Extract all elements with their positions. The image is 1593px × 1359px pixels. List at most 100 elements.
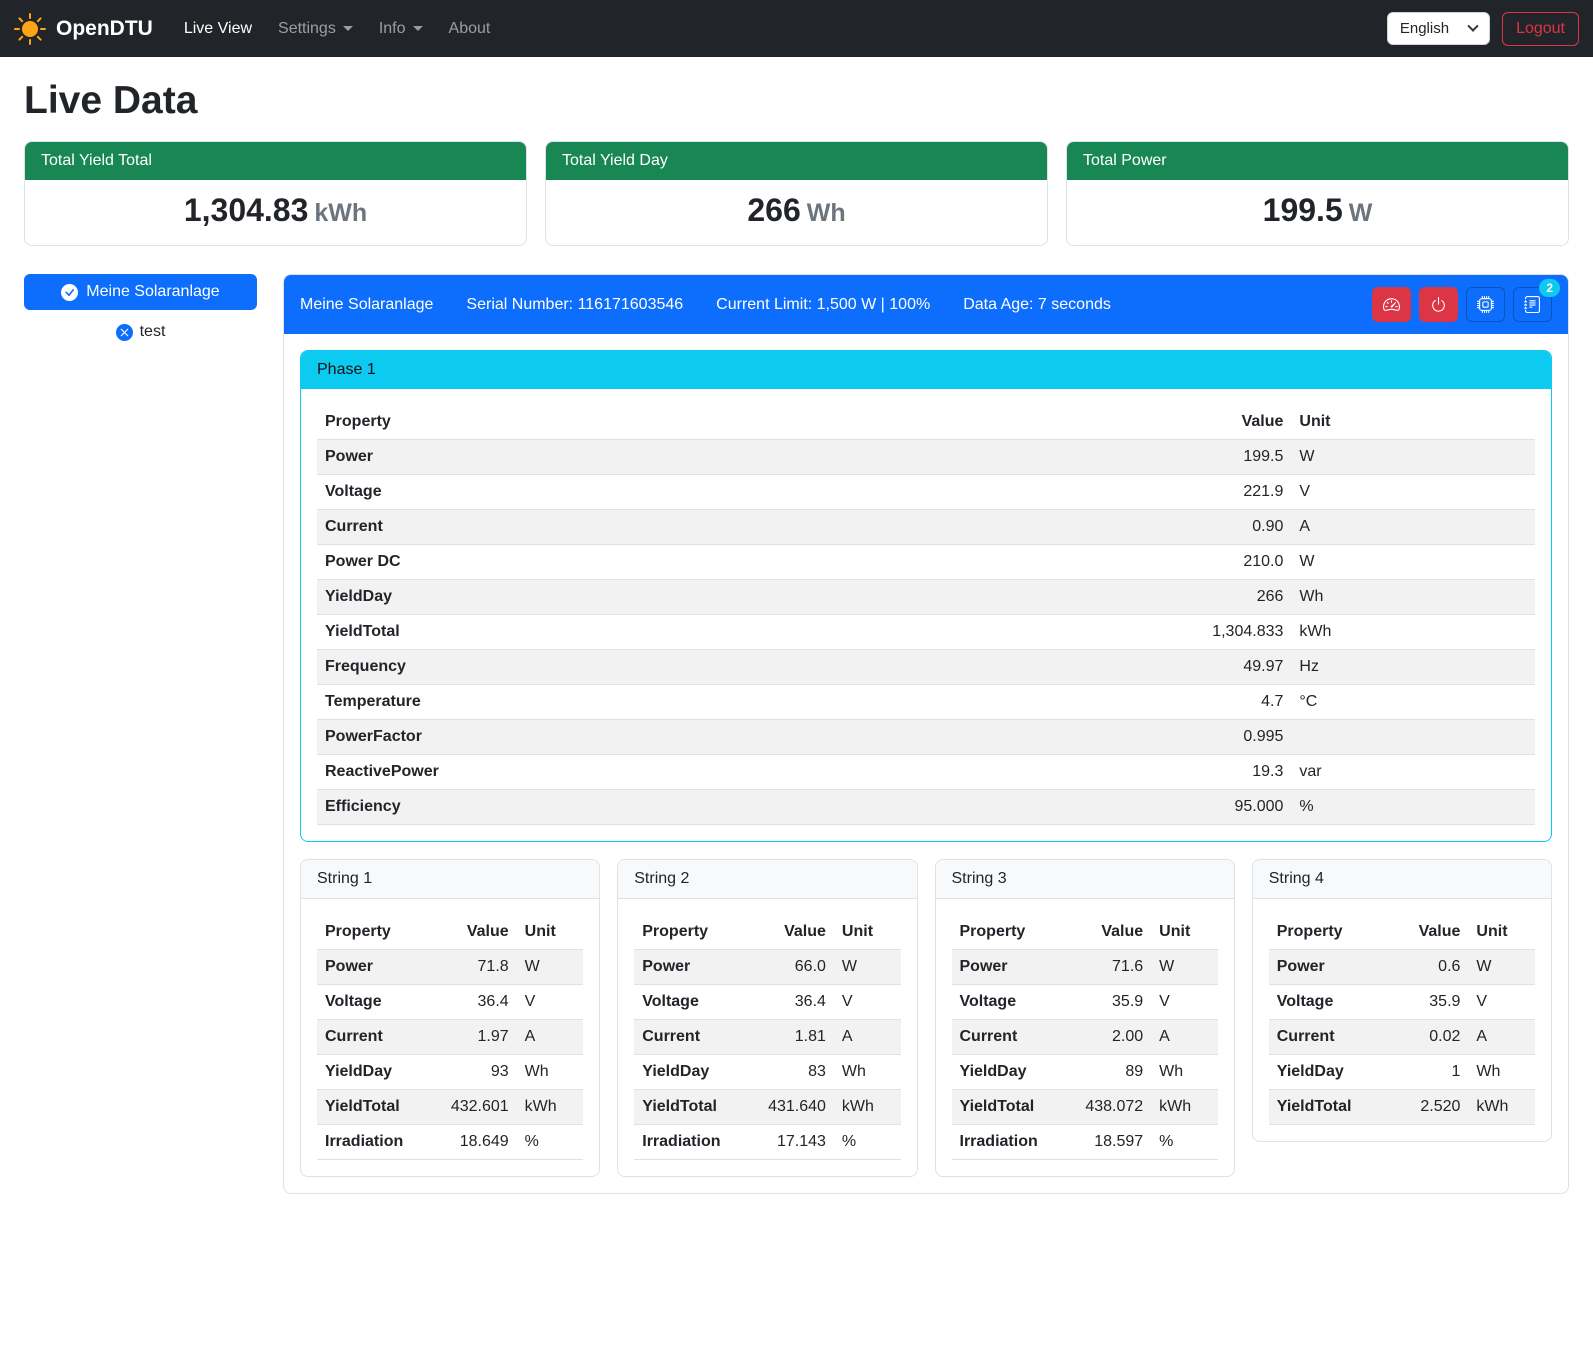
- property-cell: Power: [317, 440, 1023, 475]
- limit-settings-button[interactable]: [1372, 287, 1411, 322]
- total-yield-total-unit: kWh: [314, 199, 367, 227]
- column-header-property: Property: [317, 405, 1023, 440]
- unit-cell: V: [834, 985, 901, 1020]
- column-header-value: Value: [1386, 915, 1469, 950]
- table-row: Irradiation17.143%: [634, 1125, 900, 1160]
- property-cell: YieldDay: [634, 1055, 751, 1090]
- check-circle-icon: [61, 284, 78, 301]
- property-cell: YieldTotal: [317, 1090, 434, 1125]
- table-row: YieldDay89Wh: [952, 1055, 1218, 1090]
- unit-cell: °C: [1291, 685, 1535, 720]
- string-title: String 4: [1253, 860, 1551, 899]
- total-power-value: 199.5: [1263, 192, 1343, 228]
- property-cell: Frequency: [317, 650, 1023, 685]
- inverter-button-test[interactable]: test: [24, 323, 257, 341]
- property-cell: Current: [1269, 1020, 1386, 1055]
- unit-cell: A: [1291, 510, 1535, 545]
- value-cell: 35.9: [1069, 985, 1152, 1020]
- property-cell: Voltage: [317, 475, 1023, 510]
- journal-icon: [1524, 296, 1541, 313]
- value-cell: 199.5: [1023, 440, 1291, 475]
- value-cell: 0.995: [1023, 720, 1291, 755]
- table-row: Current1.97A: [317, 1020, 583, 1055]
- total-yield-day-value: 266: [747, 192, 800, 228]
- column-header-property: Property: [317, 915, 434, 950]
- string-table: Property Value Unit Power0.6WVoltage35.9…: [1269, 915, 1535, 1125]
- brand[interactable]: OpenDTU: [14, 13, 153, 45]
- string-title: String 3: [936, 860, 1234, 899]
- table-row: Frequency49.97Hz: [317, 650, 1535, 685]
- property-cell: Voltage: [1269, 985, 1386, 1020]
- string-title: String 2: [618, 860, 916, 899]
- string-body: Property Value Unit Power66.0WVoltage36.…: [618, 899, 916, 1176]
- unit-cell: V: [517, 985, 584, 1020]
- table-row: Irradiation18.649%: [317, 1125, 583, 1160]
- card-title-total-yield-total: Total Yield Total: [25, 142, 526, 180]
- event-log-button[interactable]: 2: [1513, 287, 1552, 322]
- card-title-total-power: Total Power: [1067, 142, 1568, 180]
- column-header-unit: Unit: [1468, 915, 1535, 950]
- property-cell: Current: [952, 1020, 1069, 1055]
- value-cell: 36.4: [434, 985, 517, 1020]
- value-cell: 1: [1386, 1055, 1469, 1090]
- nav-live-view[interactable]: Live View: [171, 12, 265, 46]
- device-info-button[interactable]: [1466, 287, 1505, 322]
- value-cell: 66.0: [751, 950, 834, 985]
- table-row: YieldDay1Wh: [1269, 1055, 1535, 1090]
- property-cell: Current: [317, 510, 1023, 545]
- value-cell: 432.601: [434, 1090, 517, 1125]
- column-header-property: Property: [634, 915, 751, 950]
- speedometer-icon: [1383, 296, 1400, 313]
- inverter-card: Meine Solaranlage Serial Number: 1161716…: [283, 274, 1569, 1194]
- value-cell: 1,304.833: [1023, 615, 1291, 650]
- property-cell: Power: [952, 950, 1069, 985]
- value-cell: 2.00: [1069, 1020, 1152, 1055]
- value-cell: 221.9: [1023, 475, 1291, 510]
- table-row: YieldTotal2.520kWh: [1269, 1090, 1535, 1125]
- unit-cell: kWh: [834, 1090, 901, 1125]
- string-card-1: String 1 Property Value Unit: [300, 859, 600, 1177]
- unit-cell: V: [1151, 985, 1218, 1020]
- table-row: Power DC210.0W: [317, 545, 1535, 580]
- nav-about[interactable]: About: [436, 12, 504, 46]
- unit-cell: V: [1468, 985, 1535, 1020]
- value-cell: 1.97: [434, 1020, 517, 1055]
- property-cell: YieldDay: [952, 1055, 1069, 1090]
- nav-info[interactable]: Info: [366, 12, 436, 46]
- property-cell: YieldDay: [317, 1055, 434, 1090]
- table-row: Power71.6W: [952, 950, 1218, 985]
- unit-cell: %: [517, 1125, 584, 1160]
- logout-button[interactable]: Logout: [1502, 12, 1579, 46]
- phase-table: Property Value Unit Power199.5WVoltage22…: [317, 405, 1535, 825]
- table-row: Current0.02A: [1269, 1020, 1535, 1055]
- power-button[interactable]: [1419, 287, 1458, 322]
- value-cell: 0.02: [1386, 1020, 1469, 1055]
- property-cell: Voltage: [952, 985, 1069, 1020]
- unit-cell: Wh: [517, 1055, 584, 1090]
- inverter-button-meine-solaranlage[interactable]: Meine Solaranlage: [24, 274, 257, 310]
- string-card-4: String 4 Property Value Unit: [1252, 859, 1552, 1142]
- unit-cell: [1291, 720, 1535, 755]
- value-cell: 83: [751, 1055, 834, 1090]
- property-cell: Power: [1269, 950, 1386, 985]
- string-body: Property Value Unit Power71.8WVoltage36.…: [301, 899, 599, 1176]
- value-cell: 2.520: [1386, 1090, 1469, 1125]
- table-row: Current0.90A: [317, 510, 1535, 545]
- nav-settings[interactable]: Settings: [265, 12, 366, 46]
- value-cell: 35.9: [1386, 985, 1469, 1020]
- table-row: YieldTotal438.072kWh: [952, 1090, 1218, 1125]
- inverter-name: Meine Solaranlage: [300, 296, 433, 314]
- value-cell: 17.143: [751, 1125, 834, 1160]
- language-select[interactable]: English: [1387, 12, 1490, 45]
- column-header-value: Value: [751, 915, 834, 950]
- property-cell: YieldTotal: [1269, 1090, 1386, 1125]
- property-cell: Voltage: [634, 985, 751, 1020]
- table-row: Power0.6W: [1269, 950, 1535, 985]
- strings-row: String 1 Property Value Unit: [300, 859, 1552, 1177]
- main-content: Live Data Total Yield Total 1,304.83kWh …: [0, 57, 1593, 1218]
- unit-cell: kWh: [1151, 1090, 1218, 1125]
- property-cell: YieldTotal: [952, 1090, 1069, 1125]
- phase-title: Phase 1: [301, 351, 1551, 389]
- unit-cell: W: [834, 950, 901, 985]
- table-row: Efficiency95.000%: [317, 790, 1535, 825]
